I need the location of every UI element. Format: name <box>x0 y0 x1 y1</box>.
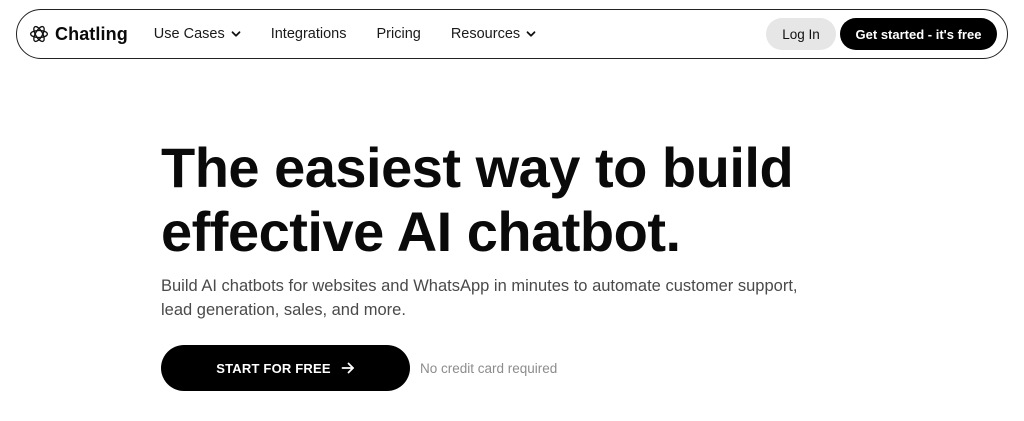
nav-item-integrations[interactable]: Integrations <box>271 26 347 42</box>
get-started-button[interactable]: Get started - it's free <box>840 18 997 50</box>
cta-row: START FOR FREE No credit card required <box>161 345 941 391</box>
login-button[interactable]: Log In <box>766 18 836 50</box>
hero-section: The easiest way to build effective AI ch… <box>161 136 941 391</box>
nav-actions: Log In Get started - it's free <box>766 18 997 50</box>
top-navbar: Chatling Use Cases Integrations Pricing … <box>16 9 1008 59</box>
hero-subtitle: Build AI chatbots for websites and Whats… <box>161 277 798 319</box>
headline-line-2: effective AI chatbot. <box>161 200 681 263</box>
nav-item-label: Integrations <box>270 26 347 42</box>
brand-name: Chatling <box>55 23 128 44</box>
cta-label: START FOR FREE <box>216 360 331 376</box>
atom-logo-icon <box>30 25 48 43</box>
arrow-right-icon <box>341 362 354 374</box>
nav-item-resources[interactable]: Resources <box>451 26 536 42</box>
headline-line-1: The easiest way to build <box>161 136 794 199</box>
nav-item-label: Pricing <box>376 26 421 42</box>
nav-item-label: Resources <box>450 26 521 42</box>
brand-link[interactable]: Chatling <box>29 24 128 45</box>
hero-headline: The easiest way to build effective AI ch… <box>161 136 941 264</box>
nav-links: Use Cases Integrations Pricing Resources <box>154 26 566 42</box>
start-for-free-button[interactable]: START FOR FREE <box>161 345 410 391</box>
nav-item-use-cases[interactable]: Use Cases <box>154 26 241 42</box>
chevron-down-icon <box>526 31 536 37</box>
nav-item-label: Use Cases <box>153 26 225 42</box>
nav-item-pricing[interactable]: Pricing <box>377 26 421 42</box>
chevron-down-icon <box>231 31 241 37</box>
no-credit-card-note: No credit card required <box>420 360 558 376</box>
